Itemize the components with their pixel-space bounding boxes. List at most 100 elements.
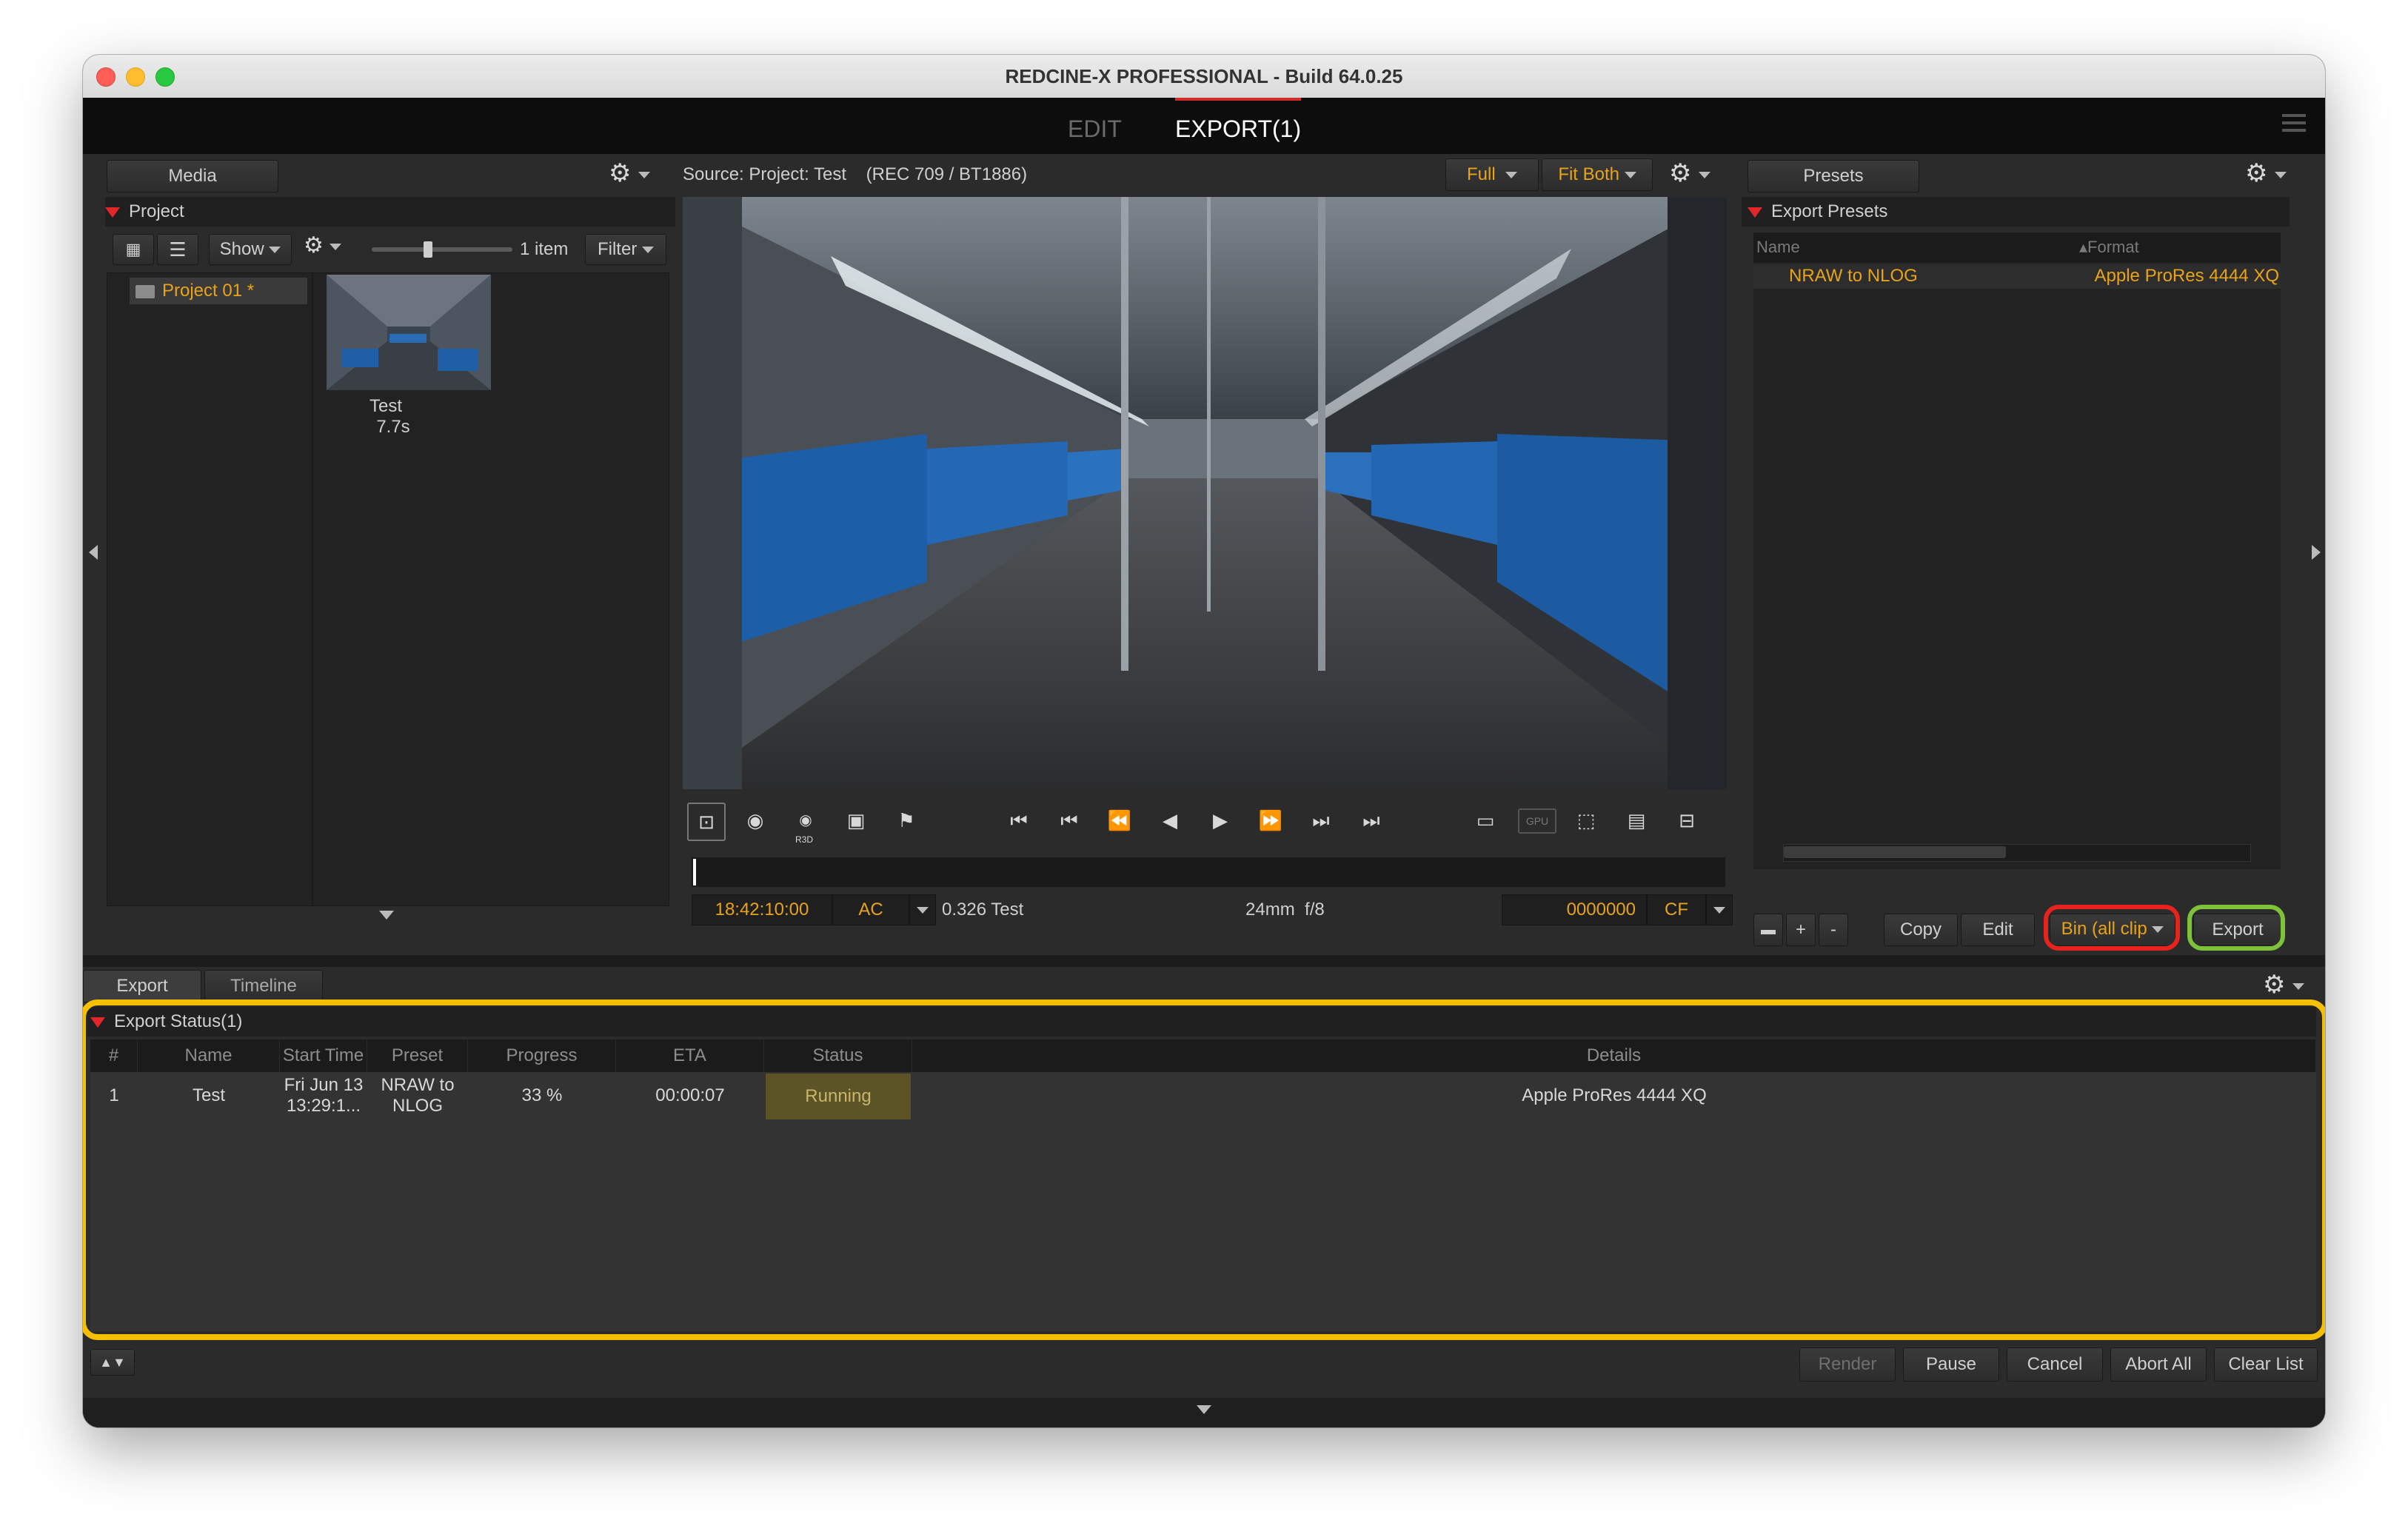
video-viewer[interactable] [683, 197, 1727, 789]
bottom-bar [83, 1398, 2325, 1427]
collapse-left-icon[interactable] [89, 545, 98, 560]
clip-thumbnail[interactable] [327, 275, 491, 390]
export-presets-header[interactable]: Export Presets [1742, 197, 2290, 227]
gpu-label: GPU [1525, 815, 1549, 827]
step-back-icon[interactable]: ◀ [1152, 803, 1188, 838]
export-queue-panel: Export Timeline ⚙ Export Status(1) # Nam… [83, 967, 2325, 1427]
tab-export-queue[interactable]: Export [83, 970, 201, 1002]
go-to-end-icon[interactable]: ⏭ [1354, 803, 1389, 838]
show-dropdown[interactable]: Show [209, 234, 292, 265]
transport-bar: ⊡ ◉ ◉ R3D ▣ ⚑ ⏮ ⏮ ⏪ ◀ ▶ ⏩ ⏭ ⏭ ▭ GPU ⬚ ▤ ⊟ [683, 803, 1727, 845]
play-selection-icon[interactable]: ▣ [838, 803, 874, 838]
add-preset-button[interactable]: + [1786, 914, 1816, 946]
frame-mode-field[interactable]: CF [1647, 894, 1706, 925]
export-status-highlight-outline [83, 999, 2325, 1340]
presets-tab[interactable]: Presets [1748, 160, 1919, 192]
overlay-toggle-icon[interactable]: ⊡ [687, 803, 726, 841]
window-title: REDCINE-X PROFESSIONAL - Build 64.0.25 [1005, 65, 1403, 87]
aspect-ratio-icon[interactable]: ⬚ [1568, 803, 1604, 838]
abort-all-button[interactable]: Abort All [2110, 1347, 2207, 1382]
frame-value: 0000000 [1566, 900, 1636, 920]
fast-forward-icon[interactable]: ⏩ [1253, 803, 1288, 838]
list-view-icon[interactable]: ☰ [157, 234, 198, 265]
presets-horizontal-scrollbar[interactable] [1783, 844, 2251, 862]
scrollbar-thumb[interactable] [1784, 846, 2006, 858]
mode-bar: EDIT EXPORT(1) [83, 98, 2325, 154]
presets-buttons: ▬ + - Copy Edit Bin (all clip Export [1753, 905, 2316, 952]
column-format-label: Format [2087, 238, 2139, 256]
tc-mode-dropdown[interactable] [909, 894, 936, 925]
render-button[interactable]: Render [1799, 1347, 1896, 1382]
grid-view-icon[interactable]: ▦ [113, 234, 154, 265]
play-icon[interactable]: ▶ [1203, 803, 1238, 838]
source-label: Source: Project: Test [683, 164, 846, 184]
safe-area-icon[interactable]: ▤ [1619, 803, 1654, 838]
cancel-button[interactable]: Cancel [2007, 1347, 2103, 1382]
lens-info: 24mm f/8 [1245, 894, 1325, 925]
playhead[interactable] [693, 859, 696, 885]
aperture-value: f/8 [1305, 900, 1325, 920]
tc-mode-field[interactable]: AC [832, 894, 909, 925]
pause-button[interactable]: Pause [1903, 1347, 1999, 1382]
project-tree: Project 01 * [107, 273, 313, 905]
previous-clip-icon[interactable]: ⏮ [1051, 803, 1087, 838]
clip-duration: 7.7s [376, 417, 410, 437]
media-browser: Project 01 * Test 7.7s [107, 272, 669, 906]
thumbnail-size-slider[interactable] [372, 241, 512, 258]
presets-header-row: Name ▴Format [1753, 232, 2281, 262]
frame-field[interactable]: 0000000 [1502, 894, 1647, 925]
tab-edit[interactable]: EDIT [1068, 98, 1122, 154]
queue-settings-gear-icon[interactable]: ⚙ [2263, 970, 2304, 999]
expand-down-icon[interactable] [379, 911, 394, 920]
presets-panel: Presets ⚙ Export Presets Name ▴Format NR… [1742, 154, 2325, 967]
filter-dropdown[interactable]: Filter [585, 234, 666, 265]
flag-icon[interactable]: ⚑ [889, 803, 924, 838]
preset-row[interactable]: NRAW to NLOG Apple ProRes 4444 XQ [1753, 264, 2281, 289]
overlay-off-icon[interactable]: ⊟ [1669, 803, 1705, 838]
column-name[interactable]: Name [1756, 232, 1800, 262]
scrub-bar[interactable] [692, 857, 1725, 887]
bottom-expand-icon[interactable] [1197, 1405, 1211, 1414]
menu-icon[interactable] [2282, 114, 2306, 136]
project-section-header[interactable]: Project [105, 197, 675, 227]
bin-highlight-outline [2044, 905, 2180, 951]
fit-dropdown[interactable]: Fit Both [1542, 158, 1653, 191]
export-presets-label: Export Presets [1771, 201, 1888, 221]
collapse-right-icon[interactable] [2312, 545, 2321, 560]
tab-export[interactable]: EXPORT(1) [1175, 98, 1302, 154]
app-window: REDCINE-X PROFESSIONAL - Build 64.0.25 E… [83, 55, 2325, 1427]
copy-preset-button[interactable]: Copy [1884, 914, 1958, 946]
monitor-icon[interactable]: ▭ [1468, 803, 1503, 838]
viewer-settings-gear-icon[interactable]: ⚙ [1669, 158, 1710, 188]
media-settings-gear-icon[interactable]: ⚙ [609, 158, 650, 188]
rewind-icon[interactable]: ⏪ [1102, 803, 1137, 838]
column-format[interactable]: ▴Format [2079, 232, 2139, 262]
remove-preset-button[interactable]: - [1819, 914, 1848, 946]
new-folder-icon[interactable]: ▬ [1753, 914, 1783, 946]
item-count: 1 item [520, 239, 569, 259]
reorder-arrows-icon[interactable]: ▲▼ [90, 1349, 135, 1376]
tab-timeline[interactable]: Timeline [204, 970, 323, 1002]
edit-preset-button[interactable]: Edit [1961, 914, 2035, 946]
go-to-start-icon[interactable]: ⏮ [1001, 803, 1037, 838]
gpu-icon[interactable]: GPU [1518, 808, 1556, 834]
timecode-value: 18:42:10:00 [715, 900, 809, 920]
clip-info: 0.326 Test [942, 900, 1024, 920]
fit-value: Fit Both [1558, 164, 1620, 184]
timecode-field[interactable]: 18:42:10:00 [692, 894, 832, 925]
export-highlight-outline [2187, 905, 2285, 951]
tree-item-project[interactable]: Project 01 * [130, 278, 307, 304]
media-tab[interactable]: Media [107, 160, 278, 192]
presets-settings-gear-icon[interactable]: ⚙ [2245, 158, 2287, 188]
slider-handle[interactable] [424, 241, 432, 258]
frame-mode-dropdown[interactable] [1706, 894, 1733, 925]
next-clip-icon[interactable]: ⏭ [1303, 803, 1339, 838]
snapshot-icon[interactable]: ◉ [738, 803, 773, 838]
r3d-snapshot-icon[interactable]: ◉ R3D [788, 803, 823, 845]
preset-format: Apple ProRes 4444 XQ [2094, 266, 2279, 286]
video-frame-image [683, 197, 1727, 789]
clear-list-button[interactable]: Clear List [2214, 1347, 2318, 1382]
panel-divider[interactable] [83, 955, 2325, 967]
media-toolbar-gear-icon[interactable]: ⚙ [304, 232, 342, 258]
quality-dropdown[interactable]: Full [1445, 158, 1539, 191]
